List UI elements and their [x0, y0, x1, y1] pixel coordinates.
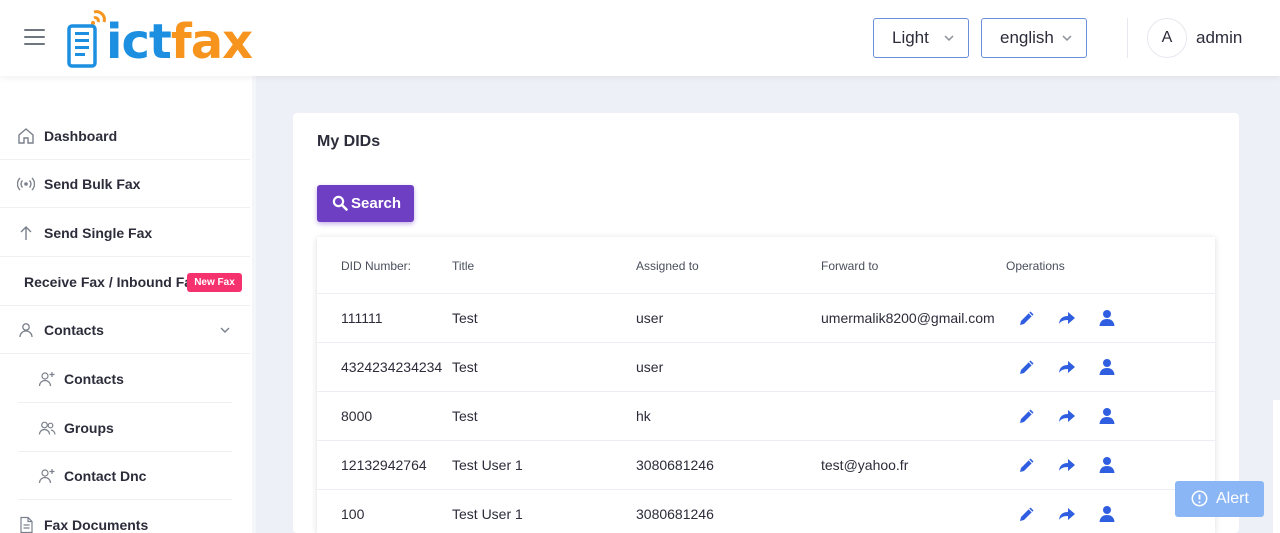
- sidebar-subitem-label: Groups: [64, 419, 114, 436]
- home-icon: [18, 127, 34, 144]
- sidebar-item-contacts[interactable]: Contacts: [0, 306, 250, 354]
- forward-icon[interactable]: [1057, 455, 1077, 475]
- logo-ict-text: ict: [106, 14, 172, 70]
- search-button[interactable]: Search: [317, 185, 414, 222]
- sidebar-item-label: Receive Fax / Inbound Fax: [24, 273, 200, 290]
- cell-title: Test: [452, 408, 478, 424]
- new-fax-badge: New Fax: [187, 273, 242, 292]
- edit-icon[interactable]: [1017, 308, 1037, 328]
- sidebar-subitem-contacts[interactable]: Contacts: [18, 355, 232, 403]
- forward-icon[interactable]: [1057, 357, 1077, 377]
- sidebar-item-fax-documents[interactable]: Fax Documents: [0, 501, 250, 533]
- table-row: 100 Test User 1 3080681246: [317, 489, 1215, 533]
- cell-title: Test: [452, 310, 478, 326]
- users-icon: [38, 421, 56, 435]
- broadcast-icon: [17, 177, 35, 190]
- sidebar-subitem-label: Contacts: [64, 370, 124, 387]
- chevron-down-icon: [944, 35, 954, 42]
- alert-button-label: Alert: [1216, 490, 1249, 507]
- forward-icon[interactable]: [1057, 504, 1077, 524]
- cell-did-number: 100: [341, 506, 365, 522]
- cell-did-number: 4324234234234: [341, 359, 443, 375]
- info-circle-icon: [1191, 490, 1208, 507]
- chevron-down-icon: [220, 327, 230, 333]
- table-row: 111111 Test user umermalik8200@gmail.com: [317, 293, 1215, 342]
- assign-user-icon[interactable]: [1097, 357, 1117, 377]
- assign-user-icon[interactable]: [1097, 455, 1117, 475]
- column-header-forward-to: Forward to: [821, 259, 879, 273]
- sidebar-subitem-groups[interactable]: Groups: [18, 404, 232, 452]
- cell-did-number: 12132942764: [341, 457, 427, 473]
- theme-select[interactable]: Light: [873, 18, 969, 58]
- sidebar-item-label: Dashboard: [44, 127, 118, 144]
- sidebar-item-send-bulk-fax[interactable]: Send Bulk Fax: [0, 160, 250, 208]
- search-button-label: Search: [351, 195, 402, 212]
- cell-assigned-to: 3080681246: [636, 457, 714, 473]
- table-row: 4324234234234 Test user: [317, 342, 1215, 391]
- user-icon: [19, 322, 33, 337]
- theme-select-value: Light: [892, 28, 929, 47]
- user-plus-icon: [38, 468, 55, 483]
- cell-did-number: 8000: [341, 408, 373, 424]
- edit-icon[interactable]: [1017, 455, 1037, 475]
- column-header-assigned-to: Assigned to: [636, 259, 699, 273]
- cell-title: Test User 1: [452, 506, 523, 522]
- sidebar-scroll-edge: [252, 76, 256, 533]
- logo-wordmark: ictfax: [106, 12, 253, 72]
- cell-title: Test: [452, 359, 478, 375]
- assign-user-icon[interactable]: [1097, 504, 1117, 524]
- cell-assigned-to: user: [636, 310, 664, 326]
- sidebar-item-label: Send Single Fax: [44, 224, 153, 241]
- sidebar: Dashboard Send Bulk Fax Send Single Fax …: [0, 76, 252, 533]
- dids-card: My DIDs Search DID Number: Title Assigne…: [293, 113, 1239, 533]
- top-bar: ictfax Light english A admin: [0, 0, 1280, 76]
- cell-title: Test User 1: [452, 457, 523, 473]
- sidebar-item-label: Fax Documents: [44, 517, 149, 533]
- search-icon: [332, 195, 348, 211]
- cell-did-number: 111111: [341, 310, 383, 326]
- column-header-operations: Operations: [1006, 259, 1065, 273]
- forward-icon[interactable]: [1057, 308, 1077, 328]
- edit-icon[interactable]: [1017, 357, 1037, 377]
- assign-user-icon[interactable]: [1097, 308, 1117, 328]
- sidebar-item-send-single-fax[interactable]: Send Single Fax: [0, 209, 250, 257]
- cell-forward-to: test@yahoo.fr: [821, 457, 909, 473]
- user-plus-icon: [38, 371, 55, 386]
- arrow-up-icon: [20, 225, 32, 240]
- page-scroll-edge: [1273, 400, 1280, 533]
- forward-icon[interactable]: [1057, 406, 1077, 426]
- language-select-value: english: [1000, 28, 1054, 47]
- logo: ictfax: [66, 8, 278, 70]
- language-select[interactable]: english: [981, 18, 1087, 58]
- cell-assigned-to: 3080681246: [636, 506, 714, 522]
- cell-assigned-to: user: [636, 359, 664, 375]
- username[interactable]: admin: [1196, 28, 1242, 48]
- logo-fax-text: fax: [170, 14, 253, 70]
- sidebar-item-label: Contacts: [44, 321, 104, 338]
- table-row: 12132942764 Test User 1 3080681246 test@yah…: [317, 440, 1215, 489]
- header-divider: [1127, 18, 1128, 58]
- column-header-did-number: DID Number:: [341, 259, 412, 273]
- alert-button[interactable]: Alert: [1175, 481, 1264, 517]
- table-row: 8000 Test hk: [317, 391, 1215, 440]
- sidebar-subitem-contact-dnc[interactable]: Contact Dnc: [18, 452, 232, 500]
- avatar[interactable]: A: [1147, 18, 1187, 58]
- document-icon: [20, 516, 33, 533]
- sidebar-item-dashboard[interactable]: Dashboard: [0, 112, 250, 160]
- assign-user-icon[interactable]: [1097, 406, 1117, 426]
- hamburger-menu-icon[interactable]: [24, 29, 45, 45]
- cell-assigned-to: hk: [636, 408, 651, 424]
- edit-icon[interactable]: [1017, 406, 1037, 426]
- edit-icon[interactable]: [1017, 504, 1037, 524]
- sidebar-subitem-label: Contact Dnc: [64, 467, 147, 484]
- chevron-down-icon: [1062, 35, 1072, 42]
- fax-document-wifi-icon: [67, 10, 106, 68]
- dids-table: DID Number: Title Assigned to Forward to…: [317, 237, 1215, 533]
- column-header-title: Title: [452, 259, 475, 273]
- page-title: My DIDs: [317, 133, 381, 150]
- cell-forward-to: umermalik8200@gmail.com: [821, 310, 995, 326]
- sidebar-item-label: Send Bulk Fax: [44, 175, 141, 192]
